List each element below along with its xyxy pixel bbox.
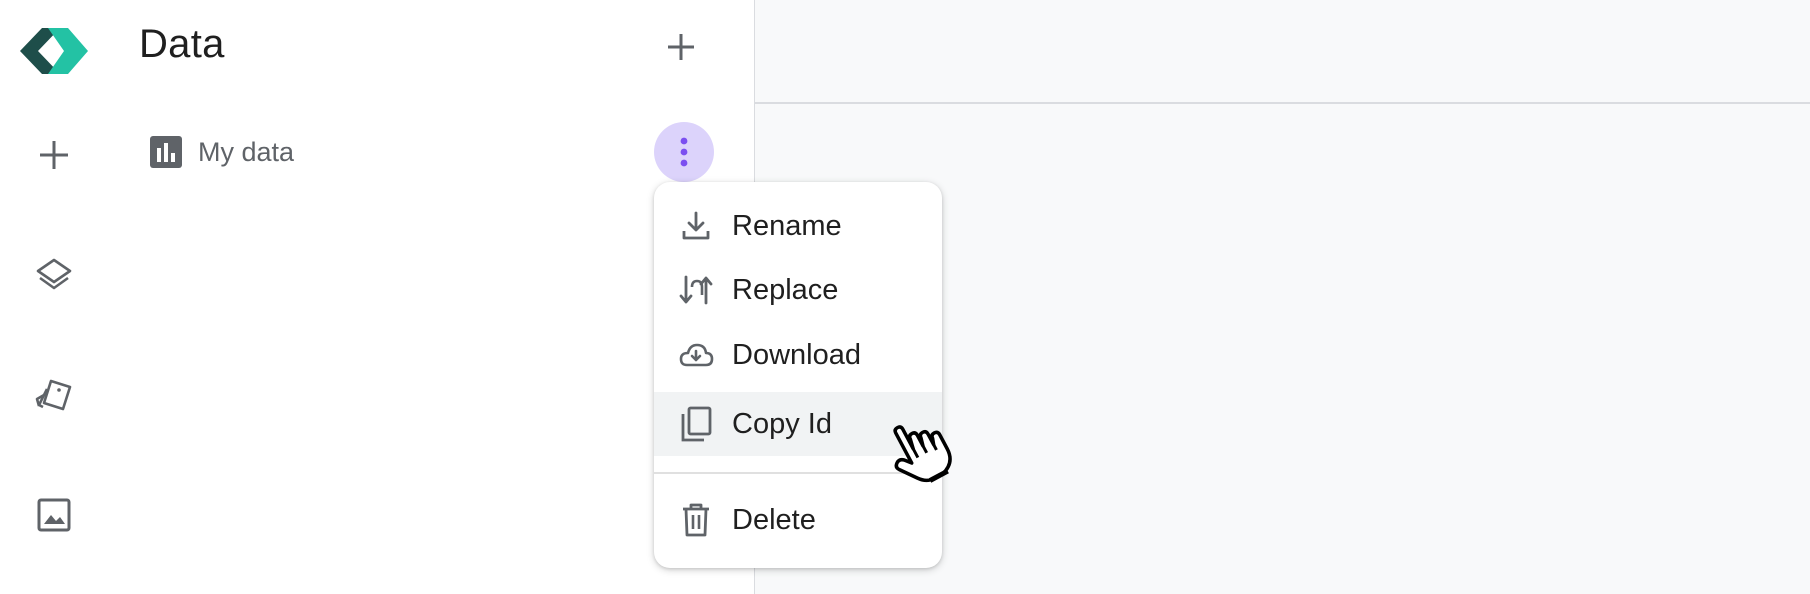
- menu-item-download[interactable]: Download: [654, 323, 942, 387]
- add-data-button[interactable]: [658, 24, 704, 70]
- context-menu: Rename Replace Download Copy Id Delete: [654, 182, 942, 568]
- swap-vertical-icon: [676, 270, 716, 310]
- bar-chart-icon: [150, 136, 182, 168]
- plus-icon: [668, 34, 694, 60]
- rail-image-button[interactable]: [30, 491, 78, 539]
- menu-item-rename[interactable]: Rename: [654, 194, 942, 258]
- menu-item-label: Delete: [732, 503, 816, 536]
- rail-layers-button[interactable]: [30, 251, 78, 299]
- cloud-download-icon: [676, 335, 716, 375]
- more-options-button[interactable]: [654, 122, 714, 182]
- rail-add-button[interactable]: [30, 131, 78, 179]
- menu-item-label: Rename: [732, 209, 842, 242]
- menu-item-delete[interactable]: Delete: [654, 488, 942, 552]
- menu-item-label: Copy Id: [732, 407, 832, 440]
- hand-cursor-icon: [893, 425, 952, 483]
- panel-title: Data: [139, 22, 225, 66]
- trash-icon: [676, 500, 716, 540]
- copy-icon: [676, 404, 716, 444]
- nav-rail: [0, 0, 108, 594]
- plus-icon: [40, 141, 68, 169]
- menu-item-label: Download: [732, 338, 861, 371]
- cards-icon: [35, 379, 72, 411]
- layers-icon: [36, 258, 72, 290]
- more-vert-icon: [680, 137, 688, 167]
- list-item-my-data[interactable]: My data: [148, 128, 294, 176]
- rail-cards-button[interactable]: [30, 372, 78, 420]
- menu-item-replace[interactable]: Replace: [654, 258, 942, 322]
- download-icon: [676, 206, 716, 246]
- list-item-label: My data: [198, 136, 295, 167]
- image-icon: [37, 498, 71, 532]
- main-header-area: [755, 0, 1810, 104]
- menu-item-label: Replace: [732, 273, 839, 306]
- app-logo-icon[interactable]: [18, 26, 90, 76]
